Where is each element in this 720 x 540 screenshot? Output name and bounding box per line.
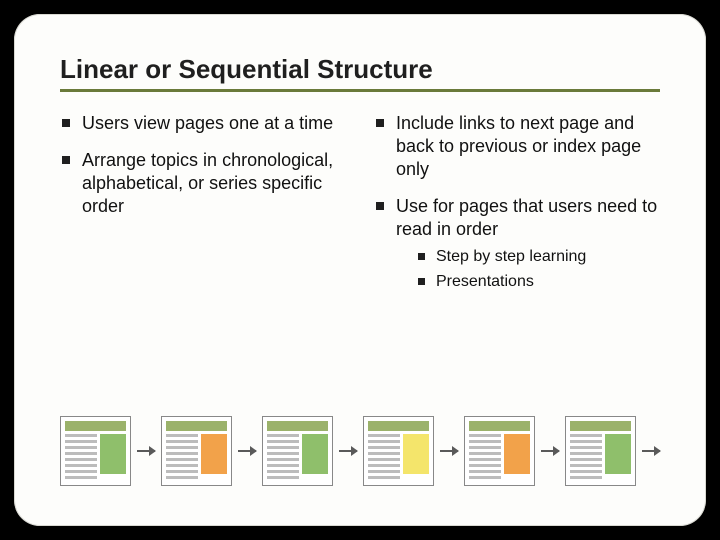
arrow-right-icon <box>440 450 458 452</box>
list-item-text: Use for pages that users need to read in… <box>396 196 657 239</box>
page-content-block <box>201 434 227 474</box>
arrow-right-icon <box>541 450 559 452</box>
page-titlebar <box>368 421 429 431</box>
list-item: Arrange topics in chronological, alphabe… <box>60 149 346 218</box>
title-rule <box>60 89 660 92</box>
page-thumbnail <box>60 416 131 486</box>
left-column: Users view pages one at a time Arrange t… <box>60 112 346 306</box>
slide: Linear or Sequential Structure Users vie… <box>14 14 706 526</box>
page-thumbnail <box>161 416 232 486</box>
list-item: Users view pages one at a time <box>60 112 346 135</box>
page-thumbnail <box>464 416 535 486</box>
arrow-right-icon <box>238 450 256 452</box>
page-thumbnail <box>262 416 333 486</box>
page-thumbnail <box>363 416 434 486</box>
sub-list: Step by step learning Presentations <box>414 247 660 292</box>
right-list: Include links to next page and back to p… <box>374 112 660 292</box>
page-titlebar <box>469 421 530 431</box>
sub-list-item: Step by step learning <box>414 247 660 267</box>
page-titlebar <box>570 421 631 431</box>
linear-flow-diagram <box>60 416 660 486</box>
sub-list-item: Presentations <box>414 272 660 292</box>
page-content-block <box>403 434 429 474</box>
page-content-block <box>302 434 328 474</box>
page-content-block <box>605 434 631 474</box>
page-content-block <box>504 434 530 474</box>
content-columns: Users view pages one at a time Arrange t… <box>60 112 660 306</box>
page-titlebar <box>267 421 328 431</box>
list-item: Use for pages that users need to read in… <box>374 195 660 292</box>
left-list: Users view pages one at a time Arrange t… <box>60 112 346 218</box>
page-content-block <box>100 434 126 474</box>
slide-title: Linear or Sequential Structure <box>60 54 660 85</box>
right-column: Include links to next page and back to p… <box>374 112 660 306</box>
page-titlebar <box>65 421 126 431</box>
arrow-right-icon <box>339 450 357 452</box>
page-titlebar <box>166 421 227 431</box>
page-thumbnail <box>565 416 636 486</box>
arrow-right-icon <box>137 450 155 452</box>
list-item: Include links to next page and back to p… <box>374 112 660 181</box>
arrow-right-icon <box>642 450 660 452</box>
